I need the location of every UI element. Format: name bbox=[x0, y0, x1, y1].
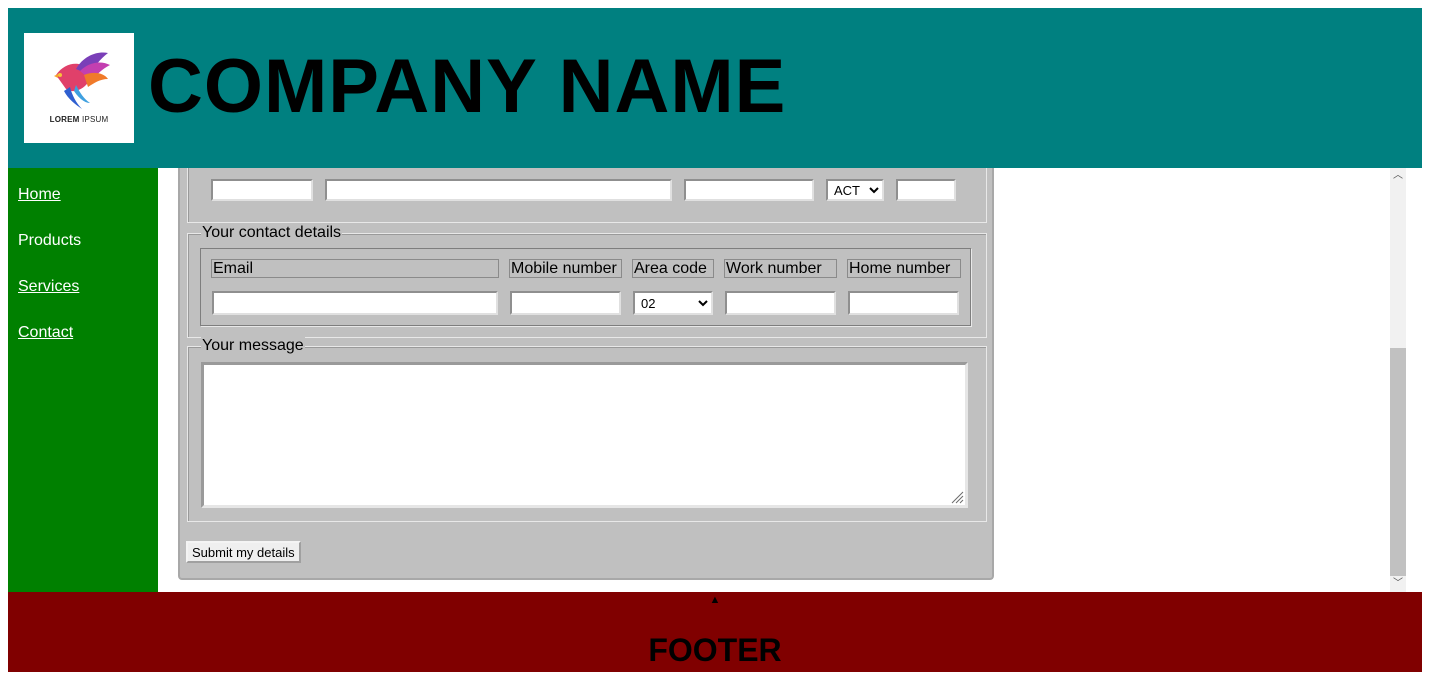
site-footer: ▲ FOOTER bbox=[8, 592, 1422, 672]
column-header-email: Email bbox=[211, 259, 499, 278]
scroll-down-icon[interactable]: ﹀ bbox=[1390, 576, 1406, 592]
footer-label: FOOTER bbox=[648, 632, 782, 668]
email-input[interactable] bbox=[212, 291, 498, 315]
bird-logo-icon bbox=[54, 52, 110, 109]
mobile-number-input[interactable] bbox=[510, 291, 621, 315]
message-textarea[interactable] bbox=[201, 362, 968, 508]
message-legend: Your message bbox=[201, 337, 305, 355]
column-header-home: Home number bbox=[847, 259, 961, 278]
nav-link-home[interactable]: Home bbox=[18, 186, 61, 204]
main-content: ACT Your contact details Email Mobile nu… bbox=[158, 168, 1406, 592]
submit-button[interactable]: Submit my details bbox=[186, 541, 301, 563]
page-frame: LOREM IPSUM COMPANY NAME Home Products S… bbox=[8, 8, 1422, 672]
logo-text: LOREM IPSUM bbox=[49, 115, 109, 124]
vertical-scrollbar[interactable]: ︿ ﹀ bbox=[1390, 168, 1406, 592]
scroll-up-icon[interactable]: ︿ bbox=[1390, 168, 1406, 184]
resize-grip-icon[interactable] bbox=[951, 491, 964, 504]
area-code-select[interactable]: 02 bbox=[633, 291, 713, 315]
site-header: LOREM IPSUM COMPANY NAME bbox=[8, 8, 1422, 168]
nav-link-products[interactable]: Products bbox=[18, 232, 81, 250]
sidebar-nav: Home Products Services Contact bbox=[8, 168, 158, 592]
column-header-mobile: Mobile number bbox=[509, 259, 622, 278]
suburb-input[interactable] bbox=[684, 179, 814, 201]
work-number-input[interactable] bbox=[725, 291, 836, 315]
column-header-work: Work number bbox=[724, 259, 837, 278]
enquiry-form: ACT Your contact details Email Mobile nu… bbox=[178, 168, 994, 580]
scroll-to-top-icon[interactable]: ▲ bbox=[8, 594, 1422, 606]
company-logo: LOREM IPSUM bbox=[24, 33, 134, 143]
street-number-input[interactable] bbox=[211, 179, 313, 201]
company-name-title: COMPANY NAME bbox=[148, 44, 787, 129]
home-number-input[interactable] bbox=[848, 291, 959, 315]
contact-table: Email Mobile number Area code Work numbe… bbox=[200, 248, 971, 326]
scrollbar-thumb[interactable] bbox=[1390, 348, 1406, 576]
nav-link-services[interactable]: Services bbox=[18, 278, 79, 296]
postcode-stepper[interactable] bbox=[896, 179, 956, 201]
contact-legend: Your contact details bbox=[201, 224, 343, 242]
state-select[interactable]: ACT bbox=[826, 179, 884, 201]
nav-link-contact[interactable]: Contact bbox=[18, 324, 73, 342]
column-header-area-code: Area code bbox=[632, 259, 714, 278]
street-name-input[interactable] bbox=[325, 179, 672, 201]
